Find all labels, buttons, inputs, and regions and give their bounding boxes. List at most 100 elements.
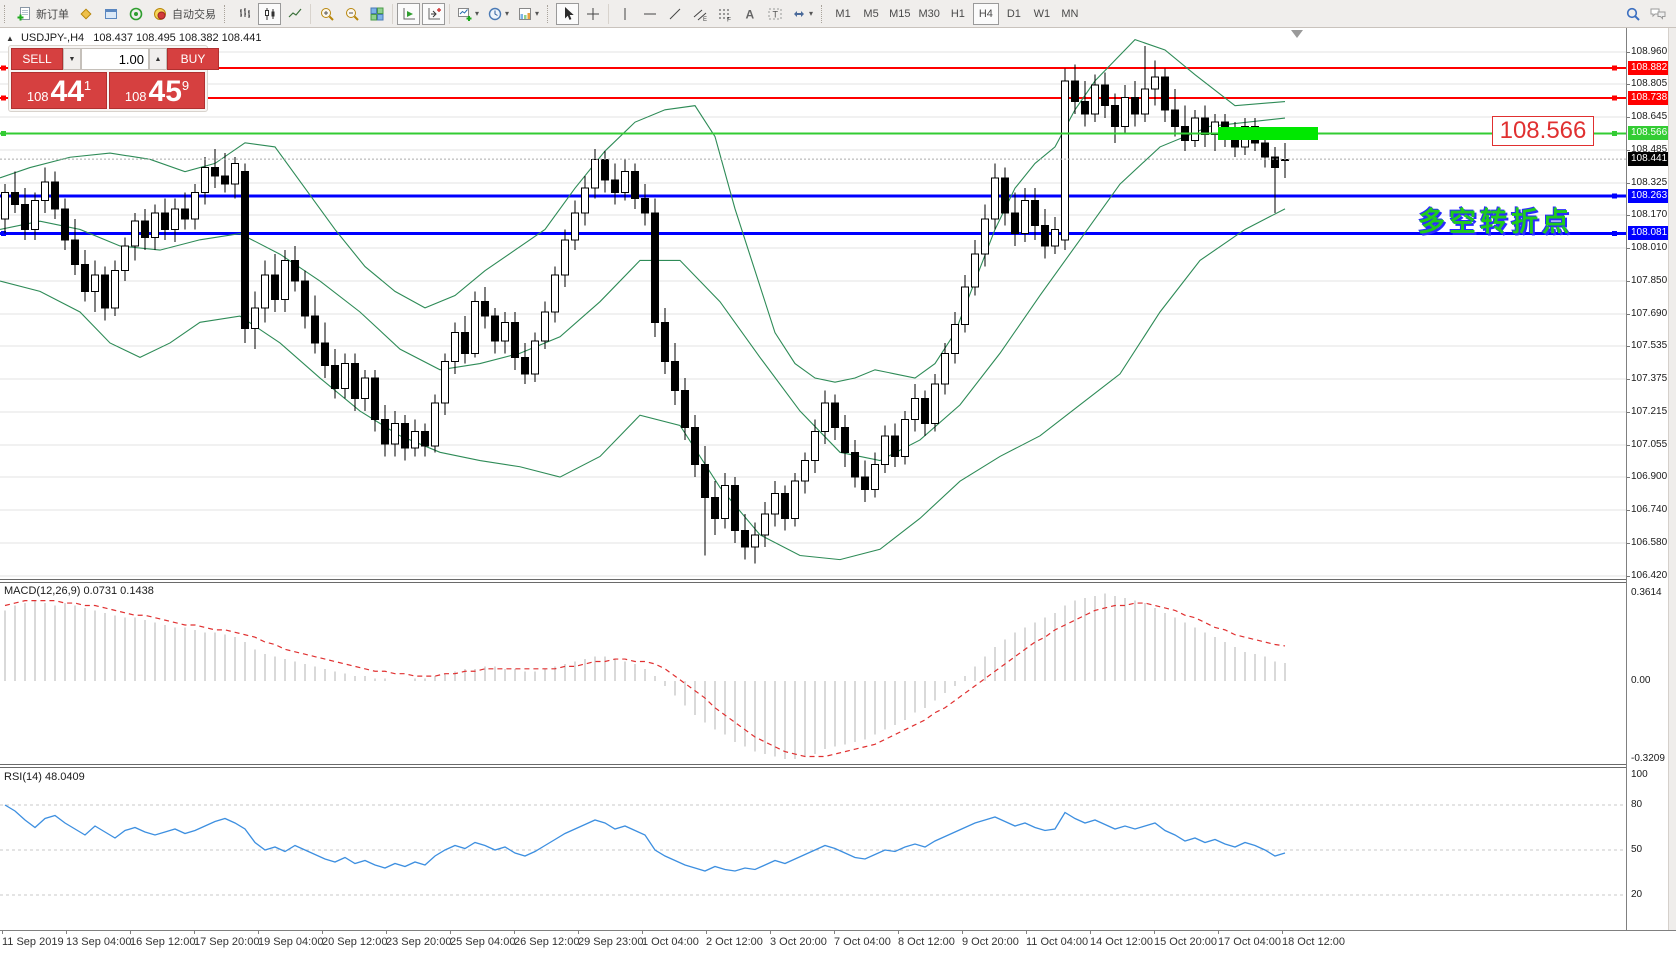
tf-M15[interactable]: M15 <box>886 3 913 25</box>
rsi-axis-label: 20 <box>1631 889 1642 900</box>
time-axis-tick <box>770 931 771 934</box>
time-axis-tick <box>1090 931 1091 934</box>
sell-button[interactable]: SELL <box>11 48 63 70</box>
main-chart-canvas[interactable] <box>0 28 1626 580</box>
mql-editor-button[interactable] <box>74 3 97 25</box>
toolbar-grip[interactable] <box>547 5 551 23</box>
fibonacci-button[interactable]: F <box>713 3 736 25</box>
macd-canvas[interactable] <box>0 583 1626 764</box>
time-axis-label: 8 Oct 12:00 <box>898 936 955 948</box>
buy-button[interactable]: BUY <box>167 48 219 70</box>
volume-down-button[interactable]: ▼ <box>63 48 81 70</box>
tf-W1[interactable]: W1 <box>1029 3 1055 25</box>
panel-separator[interactable] <box>0 764 1676 765</box>
axis-tick <box>1627 150 1630 151</box>
price-axis-label: 108.805 <box>1631 78 1667 89</box>
time-axis-label: 2 Oct 12:00 <box>706 936 763 948</box>
text-label-button[interactable]: T <box>763 3 786 25</box>
autotrading-icon <box>152 6 168 22</box>
trendline-icon <box>667 6 683 22</box>
sell-price[interactable]: 108441 <box>11 72 107 109</box>
crosshair-button[interactable] <box>581 3 604 25</box>
buy-price[interactable]: 108459 <box>109 72 205 109</box>
shapes-button[interactable]: ▾ <box>788 3 816 25</box>
axis-tick <box>1627 346 1630 347</box>
indicators-button[interactable]: ▾ <box>454 3 482 25</box>
volume-up-button[interactable]: ▲ <box>149 48 167 70</box>
search-button[interactable] <box>1621 3 1644 25</box>
time-axis-label: 7 Oct 04:00 <box>834 936 891 948</box>
bar-chart-button[interactable] <box>233 3 256 25</box>
highlight-segment <box>1218 127 1318 140</box>
toolbar-grip[interactable] <box>224 5 228 23</box>
ohlc-values: 108.437 108.495 108.382 108.441 <box>93 32 261 44</box>
price-axis[interactable]: 108.960108.805108.645108.485108.325108.1… <box>1627 28 1668 930</box>
zoom-out-button[interactable] <box>340 3 363 25</box>
autotrading-button[interactable]: 自动交易 <box>149 3 219 25</box>
horizontal-line-button[interactable] <box>638 3 661 25</box>
time-axis-label: 9 Oct 20:00 <box>962 936 1019 948</box>
price-axis-label: 107.690 <box>1631 308 1667 319</box>
new-order-label: 新订单 <box>36 6 69 22</box>
panel-separator[interactable] <box>0 582 1676 583</box>
time-axis-label: 1 Oct 04:00 <box>642 936 699 948</box>
macd-axis-label: -0.3209 <box>1631 753 1665 764</box>
channel-icon: E <box>692 6 708 22</box>
tf-MN[interactable]: MN <box>1057 3 1083 25</box>
templates-button[interactable]: ▾ <box>514 3 542 25</box>
axis-tick <box>1627 248 1630 249</box>
vertical-line-button[interactable] <box>613 3 636 25</box>
tf-H1[interactable]: H1 <box>945 3 971 25</box>
axis-tick <box>1627 543 1630 544</box>
time-axis-label: 26 Sep 12:00 <box>514 936 579 948</box>
line-chart-button[interactable] <box>283 3 306 25</box>
tf-M30[interactable]: M30 <box>915 3 942 25</box>
dropdown-caret: ▾ <box>535 9 539 18</box>
bar-chart-icon <box>237 6 253 22</box>
time-axis-label: 29 Sep 23:00 <box>578 936 643 948</box>
candlestick-chart-button[interactable] <box>258 3 281 25</box>
terminal-button[interactable] <box>99 3 122 25</box>
collapse-icon[interactable]: ▲ <box>6 34 14 43</box>
rsi-line <box>5 805 1285 871</box>
price-callout-box[interactable]: 108.566 <box>1492 116 1594 146</box>
periods-icon <box>487 6 503 22</box>
axis-tick <box>1627 281 1630 282</box>
time-axis-tick <box>2 931 3 934</box>
turning-point-annotation[interactable]: 多空转折点 <box>1418 200 1573 239</box>
rsi-canvas[interactable] <box>0 769 1626 929</box>
cursor-button[interactable] <box>556 3 579 25</box>
time-axis-tick <box>66 931 67 934</box>
trendline-button[interactable] <box>663 3 686 25</box>
price-axis-label: 107.055 <box>1631 439 1667 450</box>
volume-input[interactable] <box>81 48 149 70</box>
chat-button[interactable] <box>1646 3 1670 25</box>
tile-windows-button[interactable] <box>365 3 388 25</box>
toolbar-grip[interactable] <box>821 5 825 23</box>
panel-separator[interactable] <box>0 767 1676 768</box>
time-axis-tick <box>450 931 451 934</box>
zoom-in-button[interactable] <box>315 3 338 25</box>
tf-M1[interactable]: M1 <box>830 3 856 25</box>
text-button[interactable]: A <box>738 3 761 25</box>
time-axis-tick <box>258 931 259 934</box>
time-axis-label: 16 Sep 12:00 <box>130 936 195 948</box>
time-axis[interactable]: 11 Sep 201913 Sep 04:0016 Sep 12:0017 Se… <box>0 930 1676 954</box>
autoscroll-button[interactable] <box>397 3 420 25</box>
tf-H4[interactable]: H4 <box>973 3 999 25</box>
chart-shift-button[interactable] <box>422 3 445 25</box>
periods-button[interactable]: ▾ <box>484 3 512 25</box>
candles-layer <box>2 46 1289 564</box>
new-order-button[interactable]: 新订单 <box>13 3 72 25</box>
channel-button[interactable]: E <box>688 3 711 25</box>
sounds-button[interactable] <box>124 3 147 25</box>
toolbar-grip[interactable] <box>4 5 8 23</box>
panel-separator[interactable] <box>0 579 1676 580</box>
time-axis-tick <box>962 931 963 934</box>
tf-D1[interactable]: D1 <box>1001 3 1027 25</box>
tf-M5[interactable]: M5 <box>858 3 884 25</box>
time-axis-tick <box>1282 931 1283 934</box>
text-label-icon: T <box>767 6 783 22</box>
time-axis-label: 20 Sep 12:00 <box>322 936 387 948</box>
support-line[interactable] <box>0 127 1626 140</box>
